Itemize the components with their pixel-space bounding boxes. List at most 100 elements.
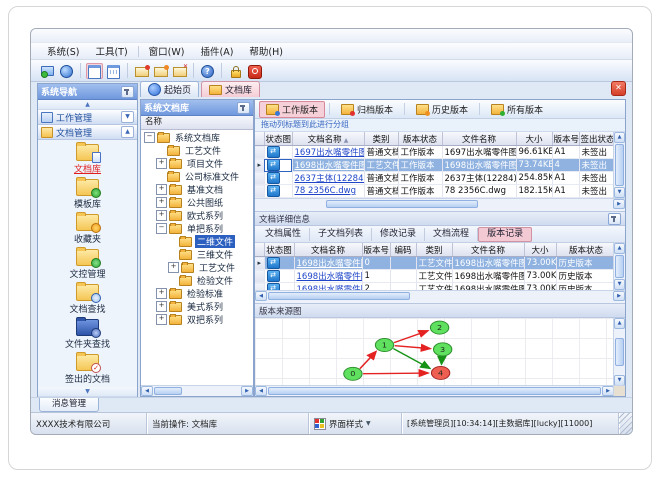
column-header-2[interactable]: 版本号 xyxy=(362,243,391,257)
lock-icon[interactable] xyxy=(227,63,244,79)
grid-horizontal-scrollbar[interactable]: ▶ xyxy=(255,198,625,209)
graph-horizontal-scrollbar[interactable]: ◀ ▶ xyxy=(255,385,614,396)
menu-item-0[interactable]: 系统(S) xyxy=(39,43,87,59)
column-header-5[interactable]: 文件名称 xyxy=(452,243,525,257)
version-graph-canvas[interactable]: 0 1 2 3 4 xyxy=(255,318,614,386)
detail-tab-3[interactable]: 文档流程 xyxy=(425,227,479,241)
mail-open-icon[interactable] xyxy=(152,63,169,79)
scroll-left-icon[interactable]: ◀ xyxy=(141,386,153,396)
pin-icon[interactable] xyxy=(608,212,621,225)
tree-node-5[interactable]: + 公共图纸 xyxy=(141,196,253,209)
sidebar-scroll-down[interactable]: ▼ xyxy=(38,387,137,397)
column-header-6[interactable]: 大小 xyxy=(524,243,557,257)
tree-node-10[interactable]: + 工艺文件 xyxy=(141,261,253,274)
scroll-thumb[interactable] xyxy=(326,200,478,208)
mail-del-icon[interactable] xyxy=(171,63,188,79)
scroll-right-icon[interactable]: ▶ xyxy=(613,199,625,209)
tree-toggle-icon[interactable]: + xyxy=(156,301,167,312)
tree-toggle-icon[interactable]: + xyxy=(156,158,167,169)
sidebar-item-5[interactable]: 文件夹查找 xyxy=(38,317,137,350)
tree-node-9[interactable]: 三维文件 xyxy=(141,248,253,261)
chevron-down-icon[interactable]: ▼ xyxy=(121,111,134,123)
detail-tab-4[interactable]: 版本记录 xyxy=(478,226,533,242)
tree-toggle-icon[interactable]: − xyxy=(156,223,167,234)
sidebar-group-work[interactable]: 工作管理 ▼ xyxy=(38,110,137,125)
tree-node-8[interactable]: 二维文件 xyxy=(141,235,253,248)
detail-tab-0[interactable]: 文档属性 xyxy=(257,227,311,241)
document-link[interactable]: 1697出水嘴零件图.dwg xyxy=(295,148,364,158)
table-row[interactable]: 78 2356C.dwg普通文档工作版本78 2356C.dwg182.15KB… xyxy=(255,184,617,198)
mail-new-icon[interactable] xyxy=(133,63,150,79)
scroll-thumb[interactable] xyxy=(615,338,624,366)
scroll-up-icon[interactable]: ▲ xyxy=(614,243,625,254)
column-header-5[interactable]: 大小 xyxy=(516,132,553,146)
table-row[interactable]: ▸1698出水嘴零件图.dwg0工艺文件1698出水嘴零件图.dwg73.00K… xyxy=(255,256,617,270)
tree-node-1[interactable]: 工艺文件 xyxy=(141,144,253,157)
window-grid-icon[interactable] xyxy=(105,63,122,79)
menu-item-4[interactable]: 帮助(H) xyxy=(241,43,291,59)
interface-style-button[interactable]: 界面样式 ▼ xyxy=(309,413,402,434)
row-selector[interactable]: ▸ xyxy=(255,256,265,270)
scroll-thumb[interactable] xyxy=(615,144,624,186)
tree-column-header[interactable]: 名称 xyxy=(141,116,253,130)
pin-icon[interactable] xyxy=(121,85,134,98)
row-selector[interactable] xyxy=(255,269,265,283)
scroll-right-icon[interactable]: ▶ xyxy=(613,291,625,301)
help-icon[interactable] xyxy=(199,63,216,79)
tree-node-6[interactable]: + 欧式系列 xyxy=(141,209,253,222)
tree-node-13[interactable]: + 美式系列 xyxy=(141,300,253,313)
tab-doc-library[interactable]: 文档库 xyxy=(201,81,261,97)
document-link[interactable]: 78 2356C.dwg xyxy=(295,186,357,196)
tree-toggle-icon[interactable]: + xyxy=(156,184,167,195)
document-link[interactable]: 2637主体(12284).dwg xyxy=(295,174,364,184)
scroll-down-icon[interactable]: ▼ xyxy=(614,187,625,198)
button-history-version[interactable]: 历史版本 xyxy=(409,101,475,118)
column-header-7[interactable]: 版本状态 xyxy=(556,243,617,257)
column-header-7[interactable]: 签出状态 xyxy=(579,132,617,146)
sidebar-item-0[interactable]: 文档库 xyxy=(38,142,137,175)
scroll-down-icon[interactable]: ▼ xyxy=(614,279,625,290)
tree-node-0[interactable]: − 系统文档库 xyxy=(141,131,253,144)
column-header-2[interactable]: 类别 xyxy=(364,132,399,146)
scroll-up-icon[interactable]: ▲ xyxy=(614,318,625,329)
exit-icon[interactable] xyxy=(246,63,263,79)
grid-vertical-scrollbar[interactable]: ▲ ▼ xyxy=(613,132,625,198)
menu-item-2[interactable]: 窗口(W) xyxy=(141,43,193,59)
tree-node-2[interactable]: + 项目文件 xyxy=(141,157,253,170)
column-header-4[interactable]: 文件名称 xyxy=(442,132,517,146)
detail-tab-1[interactable]: 子文档列表 xyxy=(310,227,373,241)
column-header-0[interactable]: 状态图 xyxy=(264,243,295,257)
tree-horizontal-scrollbar[interactable]: ◀ ▶ xyxy=(141,385,253,396)
tree-node-7[interactable]: − 单把系列 xyxy=(141,222,253,235)
row-selector[interactable] xyxy=(255,145,265,159)
menu-item-1[interactable]: 工具(T) xyxy=(87,43,135,59)
table-row[interactable]: 1698出水嘴零件图.dwg2工艺文件1698出水嘴零件图.dwg73.00KB… xyxy=(255,282,617,290)
row-selector[interactable]: ▸ xyxy=(255,158,265,172)
column-header-0[interactable]: 状态图 xyxy=(264,132,293,146)
sidebar-item-3[interactable]: 文控管理 xyxy=(38,247,137,280)
button-work-version[interactable]: 工作版本 xyxy=(259,100,326,118)
column-header-6[interactable]: 版本号 xyxy=(552,132,580,146)
tree-node-11[interactable]: 检验文件 xyxy=(141,274,253,287)
document-link[interactable]: 1698出水嘴零件图.dwg xyxy=(295,161,364,171)
scroll-left-icon[interactable]: ◀ xyxy=(255,386,267,396)
scroll-thumb[interactable] xyxy=(154,387,182,395)
tree-toggle-icon[interactable]: − xyxy=(144,132,155,143)
table-row[interactable]: 1697出水嘴零件图.dwg普通文档工作版本1697出水嘴零件图.dwg96.6… xyxy=(255,145,617,159)
tree-toggle-icon[interactable]: + xyxy=(156,314,167,325)
scroll-thumb[interactable] xyxy=(268,292,410,300)
sidebar-scroll-up[interactable]: ▲ xyxy=(38,100,137,110)
tab-message-management[interactable]: 消息管理 xyxy=(39,398,99,412)
column-header-3[interactable]: 版本状态 xyxy=(398,132,443,146)
sidebar-item-1[interactable]: 模板库 xyxy=(38,177,137,210)
pin-icon[interactable] xyxy=(237,101,250,114)
table-row[interactable]: 2637主体(12284).dwg普通文档工作版本2637主体(12284).d… xyxy=(255,171,617,185)
globe-icon[interactable] xyxy=(58,63,75,79)
scroll-thumb[interactable] xyxy=(268,387,601,395)
desktop-icon[interactable] xyxy=(39,63,56,79)
tree-node-12[interactable]: + 检验标准 xyxy=(141,287,253,300)
document-link[interactable]: 1698出水嘴零件图.dwg xyxy=(297,259,362,269)
column-header-3[interactable]: 编码 xyxy=(390,243,417,257)
document-link[interactable]: 1698出水嘴零件图.dwg xyxy=(297,272,362,282)
scroll-up-icon[interactable]: ▲ xyxy=(614,132,625,143)
